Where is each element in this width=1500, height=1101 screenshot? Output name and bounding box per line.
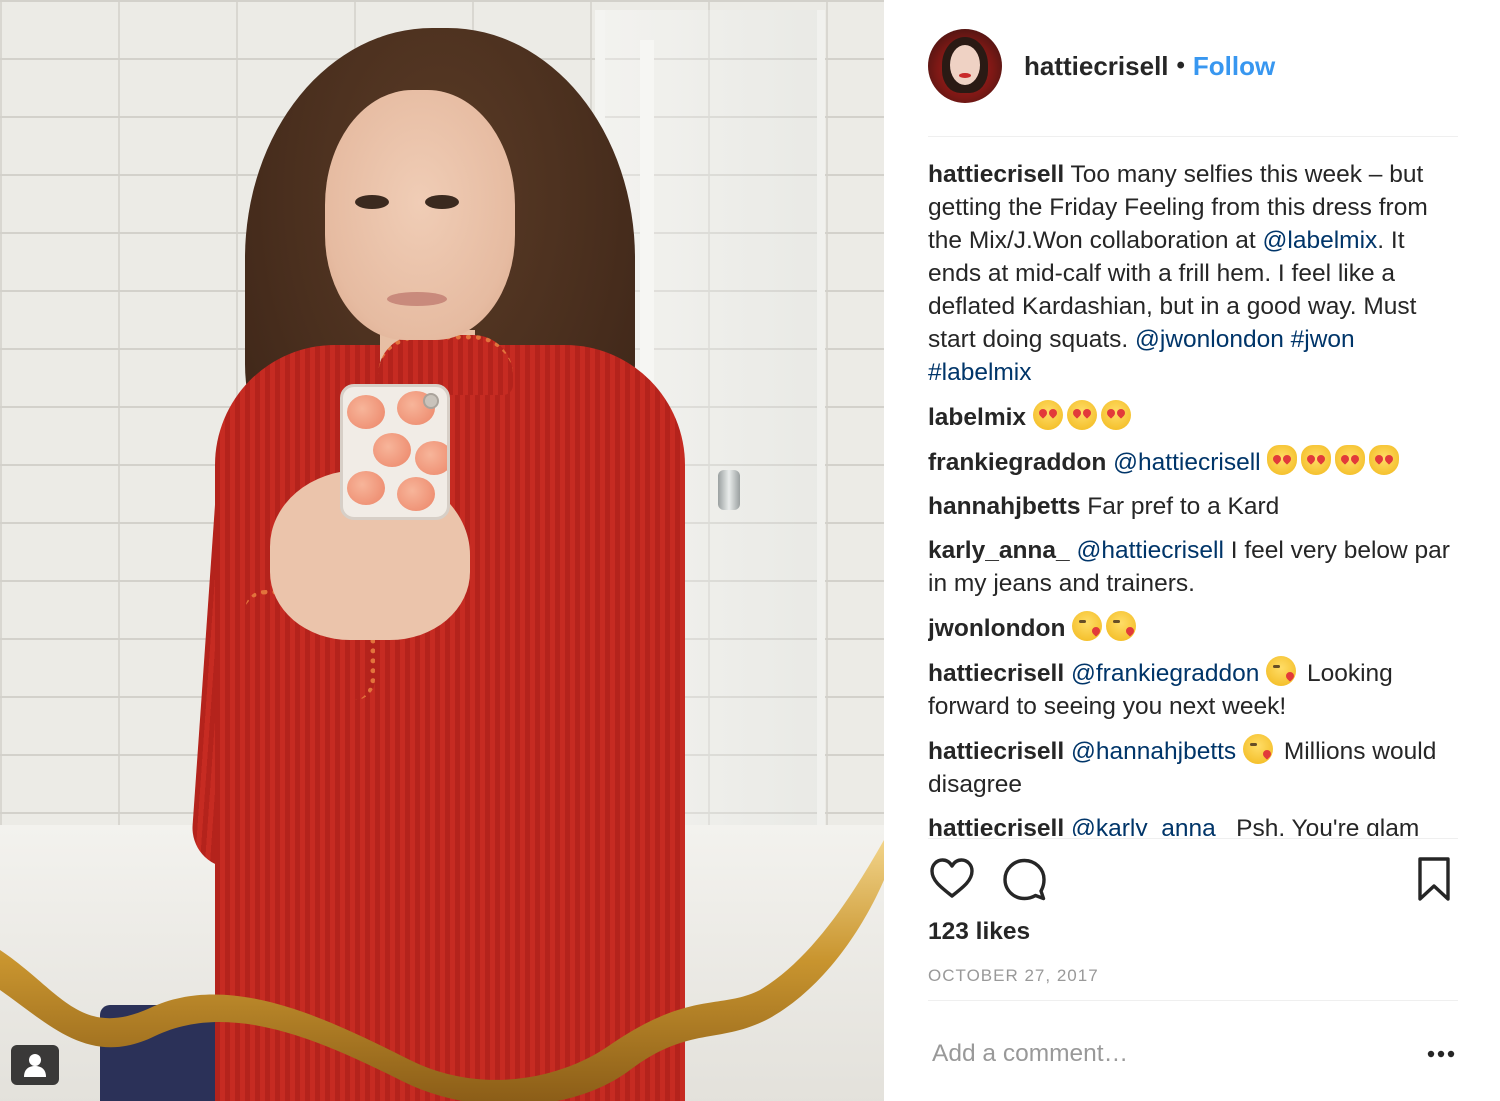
peach-print	[347, 471, 385, 505]
more-options-icon[interactable]	[1424, 1042, 1458, 1066]
bookmark-icon[interactable]	[1410, 855, 1458, 903]
mention-link[interactable]: @karly_anna_	[1071, 815, 1229, 836]
mention-link[interactable]: @labelmix	[1263, 227, 1378, 254]
hashtag-link[interactable]: #labelmix	[928, 359, 1032, 386]
comments-list[interactable]: hattiecrisell Too many selfies this week…	[928, 158, 1458, 836]
comment-item: karly_anna_ @hattiecrisell I feel very b…	[928, 534, 1458, 600]
header-username-link[interactable]: hattiecrisell	[1024, 51, 1169, 82]
kissing-heart-emoji-icon	[1106, 611, 1137, 641]
comment-username-link[interactable]: karly_anna_	[928, 537, 1070, 564]
comment-item: labelmix	[928, 400, 1458, 434]
kissing-heart-emoji-icon	[1072, 611, 1103, 641]
user-tag-icon	[24, 1054, 46, 1077]
comment-item: jwonlondon	[928, 611, 1458, 645]
caption-username-link[interactable]: hattiecrisell	[928, 161, 1064, 188]
kissing-heart-emoji-icon	[1266, 656, 1297, 686]
peach-print	[373, 433, 411, 467]
comment-username-link[interactable]: hattiecrisell	[928, 815, 1064, 836]
comment-username-link[interactable]: labelmix	[928, 404, 1026, 431]
person-right-eye	[425, 195, 459, 209]
header-divider	[928, 136, 1458, 137]
heart-eyes-cat-emoji-icon	[1369, 445, 1400, 475]
comment-bubble-icon[interactable]	[1000, 855, 1048, 903]
comment-item: hannahjbetts Far pref to a Kard	[928, 490, 1458, 523]
comments-divider	[928, 838, 1458, 839]
comment-username-link[interactable]: jwonlondon	[928, 615, 1065, 642]
avatar-lips	[959, 73, 971, 78]
mention-link[interactable]: @hannahjbetts	[1071, 738, 1236, 765]
user-tag-button[interactable]	[11, 1045, 59, 1085]
mention-link[interactable]: @hattiecrisell	[1076, 537, 1223, 564]
heart-icon[interactable]	[928, 855, 976, 903]
person-left-eye	[355, 195, 389, 209]
likes-count[interactable]: 123 likes	[928, 918, 1030, 946]
mention-link[interactable]: @frankiegraddon	[1071, 660, 1259, 687]
heart-eyes-emoji-icon	[1100, 400, 1131, 430]
shower-door-handle	[718, 470, 740, 510]
phone-with-peach-case	[340, 384, 450, 520]
add-comment-input[interactable]	[932, 1034, 1402, 1074]
comment-text: Far pref to a Kard	[1087, 493, 1280, 520]
heart-eyes-cat-emoji-icon	[1267, 445, 1298, 475]
comment-item: hattiecrisell @karly_anna_ Psh. You're g…	[928, 812, 1458, 836]
comment-item: hattiecrisell @frankiegraddon Looking fo…	[928, 656, 1458, 723]
comment-username-link[interactable]: hannahjbetts	[928, 493, 1080, 520]
person-lips	[387, 292, 447, 306]
heart-eyes-emoji-icon	[1032, 400, 1063, 430]
post-header: hattiecrisell • Follow	[928, 28, 1458, 104]
peach-print	[415, 441, 447, 475]
comment-username-link[interactable]: hattiecrisell	[928, 660, 1064, 687]
caption: hattiecrisell Too many selfies this week…	[928, 158, 1458, 389]
mention-link[interactable]: @jwonlondon	[1135, 326, 1284, 353]
comment-item: hattiecrisell @hannahjbetts Millions wou…	[928, 734, 1458, 801]
comment-text: Psh. You're glam	[1236, 815, 1420, 836]
mention-link[interactable]: @hattiecrisell	[1113, 449, 1260, 476]
phone-camera-lens	[423, 393, 439, 409]
header-separator: •	[1176, 52, 1185, 79]
post-sidebar: hattiecrisell • Follow hattiecrisell Too…	[884, 0, 1500, 1101]
comment-item: frankiegraddon @hattiecrisell	[928, 445, 1458, 479]
follow-button[interactable]: Follow	[1193, 51, 1275, 82]
peach-print	[397, 477, 435, 511]
heart-eyes-emoji-icon	[1066, 400, 1097, 430]
kissing-heart-emoji-icon	[1243, 734, 1273, 764]
comment-username-link[interactable]: frankiegraddon	[928, 449, 1106, 476]
peach-print	[347, 395, 385, 429]
post-photo[interactable]	[0, 0, 884, 1101]
avatar[interactable]	[928, 29, 1002, 103]
gold-mirror-frame	[0, 840, 884, 1101]
heart-eyes-cat-emoji-icon	[1301, 445, 1332, 475]
hashtag-link[interactable]: #jwon	[1291, 326, 1355, 353]
post-date: OCTOBER 27, 2017	[928, 966, 1099, 985]
avatar-face	[950, 45, 980, 85]
comment-username-link[interactable]: hattiecrisell	[928, 738, 1064, 765]
post-actions-bar	[928, 855, 1458, 905]
heart-eyes-cat-emoji-icon	[1335, 445, 1366, 475]
footer-divider	[928, 1000, 1458, 1001]
